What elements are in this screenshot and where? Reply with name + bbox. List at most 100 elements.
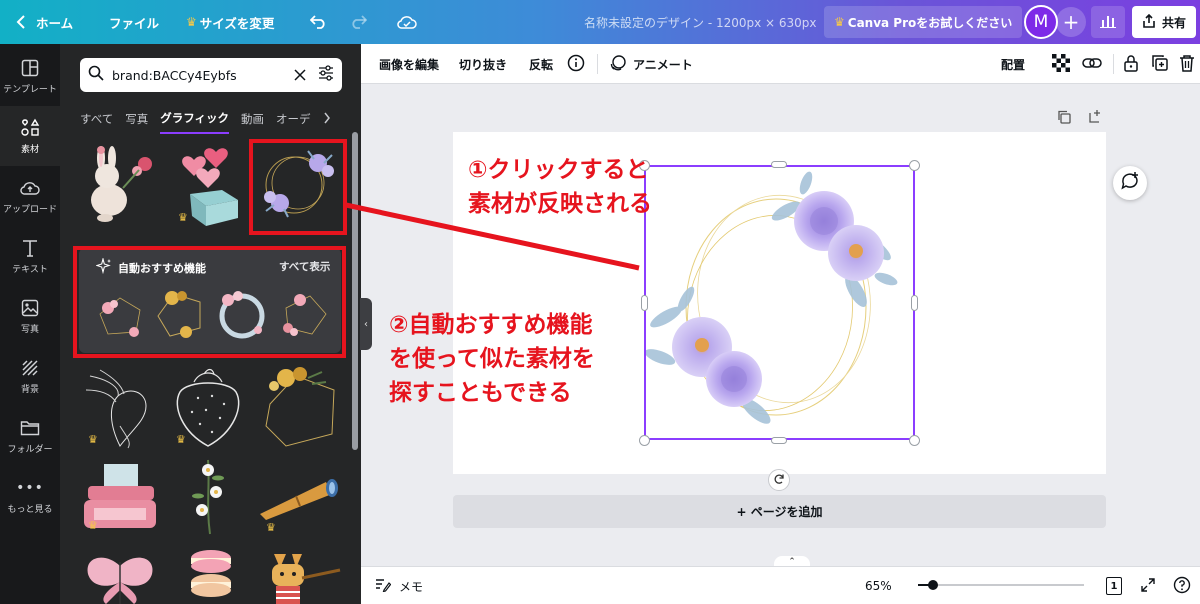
graphic-butterfly[interactable] [80,552,160,604]
link-button[interactable] [1082,44,1102,84]
undo-icon [310,15,328,29]
help-button[interactable] [1173,567,1191,604]
duplicate-page-icon [1057,109,1071,128]
nav-templates[interactable]: テンプレート [0,46,60,106]
nav-photos[interactable]: 写真 [0,286,60,346]
graphic-white-flowers[interactable] [186,456,232,536]
premium-crown-icon: ♛ [88,519,98,532]
graphic-telescope[interactable] [256,474,346,524]
photo-icon [20,298,40,318]
nav-text[interactable]: テキスト [0,226,60,286]
lock-icon [1123,54,1139,75]
tab-audio[interactable]: オーデ [276,111,311,133]
add-collaborator-button[interactable]: + [1056,7,1086,37]
nav-folders[interactable]: フォルダー [0,406,60,466]
resize-handle-bottom-left[interactable] [639,435,650,446]
zoom-slider-knob[interactable] [927,580,938,590]
transparency-button[interactable] [1052,44,1070,84]
add-page-button[interactable]: + ページを追加 [453,495,1106,528]
chevron-right-icon[interactable] [323,112,331,127]
page-count-button[interactable]: 1 [1106,567,1122,604]
avatar[interactable]: M [1024,5,1058,39]
tab-graphics[interactable]: グラフィック [160,110,230,134]
text-icon [20,238,40,258]
zoom-slider-track[interactable] [918,584,1084,586]
redo-button[interactable] [349,0,367,44]
graphic-macarons[interactable] [186,548,236,604]
chevron-left-icon [16,15,26,29]
annotation-note-2-line-2: を使って似た素材を [389,346,595,372]
resize-handle-bottom-right[interactable] [909,435,920,446]
nav-label: アップロード [2,204,57,215]
nav-elements[interactable]: 素材 [0,106,60,166]
more-icon: ••• [16,479,44,496]
undo-button[interactable] [310,0,328,44]
chevron-left-icon: ‹ [364,318,368,330]
try-pro-button[interactable]: ♛ Canva Proをお試しください [824,6,1023,38]
tab-photos[interactable]: 写真 [125,111,148,133]
try-pro-label: Canva Proをお試しください [847,15,1013,30]
comment-plus-icon [1120,171,1140,195]
lock-button[interactable] [1123,44,1139,84]
resize-handle-top-right[interactable] [909,160,920,171]
search-input[interactable]: brand:BACCy4Eybfs [80,58,342,92]
annotation-note-2-line-3: 探すこともできる [389,380,572,406]
info-button[interactable] [567,44,585,84]
help-icon [1173,576,1191,597]
share-button[interactable]: 共有 [1132,6,1196,38]
resize-handle-left[interactable] [641,295,648,311]
elements-icon [20,118,40,138]
delete-button[interactable] [1179,44,1195,84]
bar-chart-icon [1100,13,1116,32]
crop-button[interactable]: 切り抜き [459,44,507,84]
share-label: 共有 [1161,15,1186,30]
file-menu[interactable]: ファイル [109,0,159,44]
nav-uploads[interactable]: アップロード [0,166,60,226]
copy-page-button[interactable] [1057,109,1071,128]
add-comment-button[interactable] [1113,166,1147,200]
cloud-save-button[interactable] [397,0,417,44]
tab-all[interactable]: すべて [80,111,113,133]
rotate-handle[interactable] [768,469,790,491]
category-tabs: すべて 写真 グラフィック 動画 オーデ [80,104,350,134]
link-icon [1082,56,1102,73]
flip-button[interactable]: 反転 [529,44,553,84]
animate-label: アニメート [633,57,693,72]
graphic-bunny[interactable] [79,138,165,228]
fullscreen-button[interactable] [1141,567,1155,604]
nav-more[interactable]: ••• もっと見る [0,466,60,526]
edit-image-button[interactable]: 画像を編集 [379,44,439,84]
cloud-check-icon [397,15,417,29]
resize-button[interactable]: ♛ サイズを変更 [186,0,274,44]
animate-button[interactable]: アニメート [609,44,693,84]
document-title[interactable]: 名称未設定のデザイン - 1200px × 630px [584,0,817,44]
nav-label: 写真 [20,324,39,335]
collapse-panel-button[interactable]: ‹ [360,298,372,350]
filter-icon[interactable] [318,65,334,85]
notes-button[interactable]: メモ [375,567,423,604]
left-nav: テンプレート 素材 アップロード テキスト 写真 背景 フォルダー ••• もっ… [0,44,60,604]
page-count-icon: 1 [1106,577,1122,595]
add-page-icon-button[interactable] [1088,108,1102,127]
search-value: brand:BACCy4Eybfs [112,67,237,83]
panel-scrollbar[interactable] [352,132,358,450]
duplicate-icon [1151,54,1169,75]
premium-crown-icon: ♛ [266,521,276,534]
tab-videos[interactable]: 動画 [241,111,264,133]
duplicate-button[interactable] [1151,44,1169,84]
notes-icon [375,578,392,595]
resize-handle-right[interactable] [911,295,918,311]
nav-background[interactable]: 背景 [0,346,60,406]
home-button[interactable]: ホーム [16,0,73,44]
graphic-sunflower-frame[interactable] [256,364,342,452]
clear-search-icon[interactable] [294,66,306,85]
annotation-note-2-line-1: ②自動おすすめ機能 [389,312,593,338]
insights-button[interactable] [1091,6,1125,38]
nav-label: もっと見る [7,504,53,515]
zoom-level[interactable]: 65% [865,567,892,604]
resize-handle-bottom[interactable] [771,437,787,444]
graphic-cat-character[interactable] [262,548,342,604]
resize-handle-top[interactable] [771,161,787,168]
position-button[interactable]: 配置 [1001,44,1025,84]
folder-icon [20,418,40,438]
